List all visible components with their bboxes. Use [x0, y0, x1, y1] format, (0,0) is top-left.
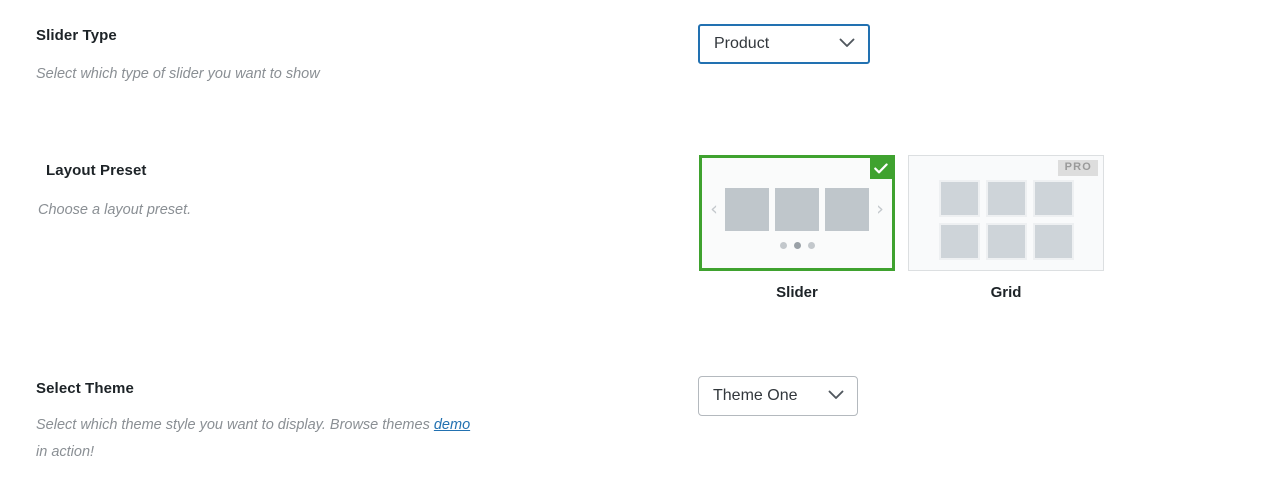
slider-type-label: Slider Type: [36, 27, 117, 44]
field-row-slider-type: Slider Type Select which type of slider …: [36, 26, 636, 88]
grid-preview-cell: [1032, 180, 1074, 217]
select-theme-description-part1: Select which theme style you want to dis…: [36, 417, 434, 433]
chevron-down-icon: [839, 35, 855, 53]
layout-preset-option-slider[interactable]: ‹ › Slider: [699, 155, 895, 303]
grid-preset-caption: Grid: [990, 284, 1022, 301]
selected-check-badge: [870, 158, 892, 179]
grid-preview-row: [938, 223, 1074, 260]
layout-preset-label: Layout Preset: [46, 162, 147, 179]
slider-type-description: Select which type of slider you want to …: [36, 66, 320, 82]
layout-preset-option-grid[interactable]: PRO Grid: [908, 155, 1104, 303]
slider-preview-dots: [702, 242, 892, 249]
field-row-layout-preset: Layout Preset Choose a layout preset.: [38, 161, 646, 224]
select-theme-description-part2: in action!: [36, 444, 95, 460]
grid-preview-graphic: [909, 180, 1103, 260]
slider-preview-graphic: ‹ ›: [702, 188, 892, 231]
slider-type-select[interactable]: Product: [698, 24, 870, 64]
grid-preview-row: [938, 180, 1074, 217]
field-row-select-theme: Select Theme Select which theme style yo…: [36, 379, 476, 466]
layout-preset-description: Choose a layout preset.: [38, 202, 192, 218]
grid-preview-cell: [938, 180, 980, 217]
prev-arrow-icon: ‹: [710, 198, 718, 220]
slider-preview-dot-active: [793, 242, 801, 249]
grid-preview-cell: [985, 180, 1027, 217]
slider-settings-page: Slider Type Select which type of slider …: [0, 0, 1261, 504]
pro-badge: PRO: [1057, 160, 1098, 176]
check-icon: [874, 163, 888, 174]
grid-preview-cell: [985, 223, 1027, 260]
slider-type-select-value: Product: [714, 35, 770, 52]
demo-link[interactable]: demo: [434, 417, 470, 433]
slider-preset-card[interactable]: ‹ ›: [699, 155, 895, 271]
slider-preview-slide: [725, 188, 769, 231]
slider-preview-slide: [825, 188, 869, 231]
grid-preview-cell: [1032, 223, 1074, 260]
select-theme-select[interactable]: Theme One: [698, 376, 858, 416]
next-arrow-icon: ›: [876, 198, 884, 220]
select-theme-description: Select which theme style you want to dis…: [36, 412, 476, 466]
grid-preview-cell: [938, 223, 980, 260]
grid-preset-card[interactable]: PRO: [908, 155, 1104, 271]
slider-preview-slide: [775, 188, 819, 231]
slider-preview-dot: [779, 242, 787, 249]
chevron-down-icon: [828, 387, 844, 405]
select-theme-label: Select Theme: [36, 380, 134, 397]
slider-preview-dot: [807, 242, 815, 249]
slider-preview-slides: [725, 188, 869, 231]
select-theme-select-value: Theme One: [713, 387, 798, 404]
slider-preset-caption: Slider: [776, 284, 818, 301]
